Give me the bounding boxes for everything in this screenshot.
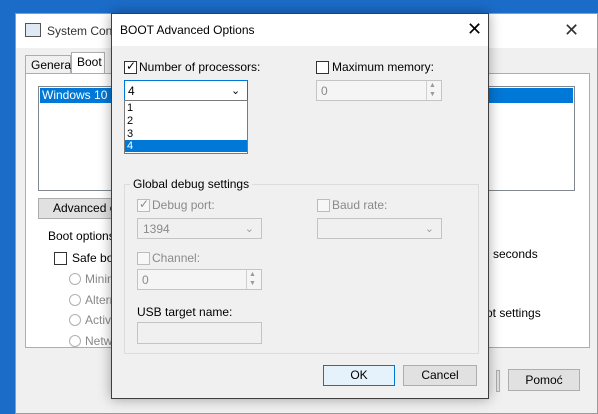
arrow-down-icon[interactable]: ▼ (249, 280, 256, 288)
title-bar: BOOT Advanced Options ✕ (112, 14, 488, 46)
timeout-seconds-label: seconds (493, 247, 538, 261)
number-of-processors-checkbox[interactable]: ✓ (124, 59, 137, 74)
channel-label: Channel: (152, 251, 201, 265)
debug-port-checkbox[interactable]: ✓ (137, 197, 150, 212)
spinner-buttons[interactable]: ▲ ▼ (246, 270, 261, 289)
tab-general[interactable]: General (25, 55, 74, 74)
tab-boot[interactable]: Boot (71, 52, 105, 74)
dropdown-option[interactable]: 2 (125, 115, 247, 127)
group-label: Global debug settings (130, 177, 253, 191)
channel-checkbox[interactable] (137, 252, 150, 265)
select-value: 1394 (143, 222, 170, 236)
debug-port-label: Debug port: (152, 198, 215, 212)
maximum-memory-checkbox[interactable] (316, 61, 329, 74)
ok-button[interactable]: OK (323, 365, 395, 386)
arrow-down-icon[interactable]: ▼ (429, 91, 436, 99)
checkmark-icon: ✓ (126, 59, 137, 73)
radio-minimal[interactable] (69, 273, 81, 285)
chevron-down-icon: ⌄ (244, 223, 254, 235)
app-icon (25, 23, 41, 37)
boot-settings-label: ot settings (486, 306, 541, 320)
dropdown-option-selected[interactable]: 4 (125, 140, 247, 152)
dropdown-option[interactable]: 3 (125, 128, 247, 140)
spinner-value: 0 (142, 273, 149, 287)
chevron-down-icon: ⌄ (424, 223, 434, 235)
usb-target-name-label: USB target name: (137, 305, 233, 319)
maximum-memory-label: Maximum memory: (332, 60, 435, 74)
safe-boot-checkbox[interactable] (54, 252, 67, 265)
baud-rate-label: Baud rate: (332, 198, 388, 212)
apply-button-edge[interactable] (496, 370, 500, 392)
spinner-value: 0 (321, 84, 328, 98)
channel-spinner[interactable]: 0 ▲ ▼ (137, 269, 262, 290)
radio-active-directory[interactable] (69, 314, 81, 326)
cancel-button[interactable]: Cancel (403, 365, 477, 386)
radio-network[interactable] (69, 335, 81, 347)
baud-rate-select[interactable]: ⌄ (317, 218, 442, 239)
dropdown-option[interactable]: 1 (125, 102, 247, 114)
spinner-buttons[interactable]: ▲ ▼ (426, 81, 441, 100)
baud-rate-checkbox[interactable] (317, 199, 330, 212)
debug-port-select[interactable]: 1394 ⌄ (137, 218, 262, 239)
group-label: Boot options (46, 229, 117, 243)
boot-advanced-options-dialog: BOOT Advanced Options ✕ ✓ Number of proc… (111, 13, 489, 399)
arrow-up-icon[interactable]: ▲ (429, 82, 436, 90)
radio-alternate[interactable] (69, 294, 81, 306)
number-of-processors-label: Number of processors: (139, 60, 261, 74)
close-icon[interactable]: ✕ (467, 19, 482, 40)
arrow-up-icon[interactable]: ▲ (249, 271, 256, 279)
maximum-memory-spinner[interactable]: 0 ▲ ▼ (316, 80, 442, 101)
processors-select[interactable]: 4 ⌄ (124, 80, 248, 101)
processors-dropdown-list: 1 2 3 4 (124, 100, 248, 154)
usb-target-name-input[interactable] (137, 322, 262, 344)
dialog-title: BOOT Advanced Options (120, 23, 255, 37)
select-value: 4 (128, 84, 135, 98)
checkmark-icon: ✓ (139, 197, 150, 211)
close-icon[interactable]: ✕ (564, 20, 579, 41)
global-debug-settings-group: Global debug settings ✓ Debug port: 1394… (124, 177, 479, 354)
help-button[interactable]: Pomoć (508, 369, 580, 391)
window-title: System Conf (47, 24, 116, 38)
chevron-down-icon: ⌄ (231, 85, 241, 97)
